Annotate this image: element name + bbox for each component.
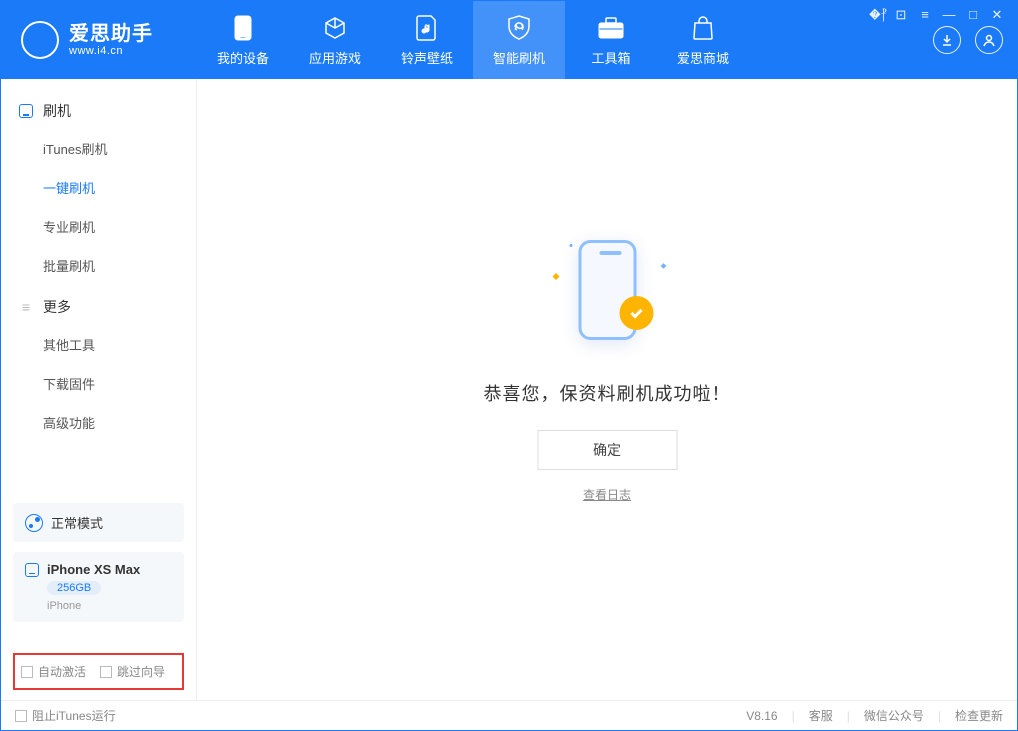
success-message: 恭喜您，保资料刷机成功啦！ bbox=[484, 379, 731, 405]
bag-icon bbox=[689, 14, 717, 42]
mode-icon bbox=[25, 514, 43, 532]
sidebar-group-more: ≡ 更多 bbox=[1, 285, 196, 325]
sidebar-group-flash: 刷机 bbox=[1, 89, 196, 129]
minimize-icon[interactable]: — bbox=[941, 7, 957, 23]
footer-link-update[interactable]: 检查更新 bbox=[955, 707, 1003, 724]
block-itunes-checkbox[interactable]: 阻止iTunes运行 bbox=[15, 707, 116, 724]
user-button[interactable] bbox=[975, 26, 1003, 54]
success-illustration bbox=[547, 233, 667, 353]
sidebar-item-download-fw[interactable]: 下载固件 bbox=[1, 364, 196, 403]
device-storage-badge: 256GB bbox=[47, 581, 101, 595]
footer: 阻止iTunes运行 V8.16 | 客服 | 微信公众号 | 检查更新 bbox=[1, 700, 1017, 730]
app-title: 爱思助手 bbox=[69, 23, 153, 45]
lock-icon[interactable]: ⊡ bbox=[893, 7, 909, 23]
footer-link-wechat[interactable]: 微信公众号 bbox=[864, 707, 924, 724]
maximize-icon[interactable]: □ bbox=[965, 7, 981, 23]
tab-store[interactable]: 爱思商城 bbox=[657, 1, 749, 79]
device-icon bbox=[229, 14, 257, 42]
tab-apps-games[interactable]: 应用游戏 bbox=[289, 1, 381, 79]
device-type: iPhone bbox=[47, 600, 172, 612]
feedback-icon[interactable]: �⳨ bbox=[869, 7, 885, 23]
sidebar-item-other-tools[interactable]: 其他工具 bbox=[1, 325, 196, 364]
window-controls: �⳨ ⊡ ≡ — □ ✕ bbox=[869, 7, 1005, 23]
sidebar-item-pro-flash[interactable]: 专业刷机 bbox=[1, 207, 196, 246]
logo-block: 爱思助手 www.i4.cn bbox=[1, 1, 197, 79]
tab-toolbox[interactable]: 工具箱 bbox=[565, 1, 657, 79]
nav-tabs: 我的设备 应用游戏 铃声壁纸 智能刷机 工具箱 爱思商城 bbox=[197, 1, 933, 79]
device-card[interactable]: iPhone XS Max 256GB iPhone bbox=[13, 552, 184, 622]
shield-refresh-icon bbox=[505, 14, 533, 42]
view-log-link[interactable]: 查看日志 bbox=[583, 485, 631, 502]
tab-smart-flash[interactable]: 智能刷机 bbox=[473, 1, 565, 79]
phone-icon bbox=[25, 563, 39, 577]
tab-my-device[interactable]: 我的设备 bbox=[197, 1, 289, 79]
ok-button[interactable]: 确定 bbox=[537, 429, 677, 469]
app-header: 爱思助手 www.i4.cn 我的设备 应用游戏 铃声壁纸 智能刷机 工具箱 爱… bbox=[1, 1, 1017, 79]
music-file-icon bbox=[413, 14, 441, 42]
sidebar-item-itunes-flash[interactable]: iTunes刷机 bbox=[1, 129, 196, 168]
highlighted-options-box: 自动激活 跳过向导 bbox=[13, 653, 184, 690]
device-mode-card[interactable]: 正常模式 bbox=[13, 503, 184, 542]
device-mode-label: 正常模式 bbox=[51, 513, 103, 532]
list-icon: ≡ bbox=[19, 300, 33, 314]
app-logo-icon bbox=[21, 21, 59, 59]
cube-icon bbox=[321, 14, 349, 42]
device-info-block: 正常模式 iPhone XS Max 256GB iPhone bbox=[13, 503, 184, 622]
sidebar-item-oneclick-flash[interactable]: 一键刷机 bbox=[1, 168, 196, 207]
sidebar-item-advanced[interactable]: 高级功能 bbox=[1, 403, 196, 442]
main-content: 恭喜您，保资料刷机成功啦！ 确定 查看日志 bbox=[197, 79, 1017, 700]
version-label: V8.16 bbox=[746, 709, 777, 723]
footer-link-support[interactable]: 客服 bbox=[809, 707, 833, 724]
close-icon[interactable]: ✕ bbox=[989, 7, 1005, 23]
device-name: iPhone XS Max bbox=[47, 562, 140, 577]
app-subtitle: www.i4.cn bbox=[69, 45, 153, 57]
toolbox-icon bbox=[597, 14, 625, 42]
tab-ringtone-wallpaper[interactable]: 铃声壁纸 bbox=[381, 1, 473, 79]
skip-guide-checkbox[interactable]: 跳过向导 bbox=[100, 663, 165, 680]
menu-icon[interactable]: ≡ bbox=[917, 7, 933, 23]
sidebar-item-batch-flash[interactable]: 批量刷机 bbox=[1, 246, 196, 285]
auto-activate-checkbox[interactable]: 自动激活 bbox=[21, 663, 86, 680]
sidebar: 刷机 iTunes刷机 一键刷机 专业刷机 批量刷机 ≡ 更多 其他工具 下载固… bbox=[1, 79, 197, 700]
phone-outline-icon bbox=[19, 104, 33, 118]
check-badge-icon bbox=[619, 295, 653, 329]
download-button[interactable] bbox=[933, 26, 961, 54]
